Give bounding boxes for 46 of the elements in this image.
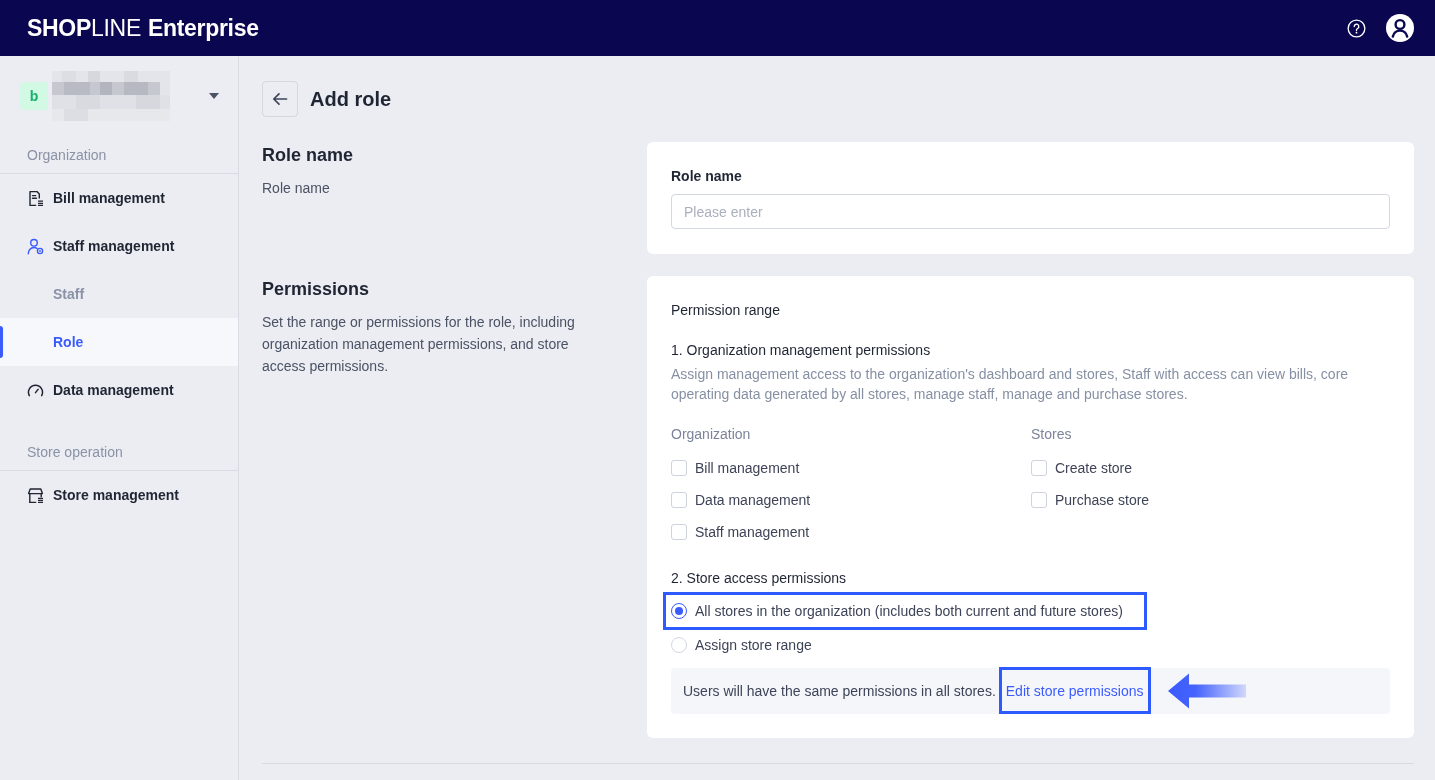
arrow-left-icon <box>272 91 288 107</box>
help-icon[interactable] <box>1347 18 1366 38</box>
org-avatar: b <box>20 82 48 110</box>
checkbox[interactable] <box>671 524 687 540</box>
checkbox-label: Bill management <box>695 459 800 478</box>
radio-button[interactable] <box>671 603 687 619</box>
back-button[interactable] <box>262 81 298 117</box>
brand-name: SHOPLINE <box>27 14 141 42</box>
notice-text: Users will have the same permissions in all stores. <box>683 683 996 699</box>
section-description: Role name <box>262 179 331 198</box>
user-avatar-icon[interactable] <box>1386 14 1414 42</box>
subsection-heading: 1. Organization management permissions <box>671 341 932 360</box>
document-icon <box>27 189 44 207</box>
nav-item[interactable]: Data management <box>0 366 238 414</box>
radio-label: Assign store range <box>695 636 812 655</box>
nav-item[interactable]: Staff management <box>0 222 238 270</box>
section-description: Set the range or permissions for the role, including organization management permissions, and store access permissions. <box>262 313 576 376</box>
caret-down-icon[interactable] <box>209 93 219 99</box>
group-label: Stores <box>1031 425 1073 444</box>
card-title: Permission range <box>671 301 781 320</box>
section-label: Organization <box>26 146 108 165</box>
section-heading: Permissions <box>262 278 371 301</box>
field-label: Role name <box>671 167 743 186</box>
subsection-heading: 2. Store access permissions <box>671 569 848 588</box>
section-label: Store operation <box>26 443 124 462</box>
checkbox-label: Staff management <box>695 523 810 542</box>
product-name: Enterprise <box>147 14 259 42</box>
section-heading: Role name <box>262 144 355 167</box>
nav-subitem[interactable]: Role <box>0 318 238 366</box>
page-title: Add role <box>310 87 392 112</box>
edit-store-permissions-link[interactable]: Edit store permissions <box>1005 682 1144 699</box>
subsection-description: Assign management access to the organization's dashboard and stores, Staff with access can view bills, core operating data generated by all stores, manage staff, manage and purchase stores. <box>671 365 1350 404</box>
storefront-icon <box>27 486 44 504</box>
role-name-input[interactable]: Please enter <box>671 194 1390 229</box>
checkbox[interactable] <box>671 460 687 476</box>
checkbox[interactable] <box>1031 492 1047 508</box>
group-label: Organization <box>671 425 752 444</box>
checkbox-label: Data management <box>695 491 811 510</box>
nav-item[interactable]: Bill management <box>0 174 238 222</box>
checkbox-label: Create store <box>1055 459 1133 478</box>
radio-label: All stores in the organization (includes both current and future stores) <box>695 602 1123 621</box>
checkbox-label: Purchase store <box>1055 491 1150 510</box>
nav-item[interactable]: Store management <box>0 471 238 519</box>
checkbox[interactable] <box>1031 460 1047 476</box>
checkbox[interactable] <box>671 492 687 508</box>
person-gear-icon <box>27 237 44 255</box>
